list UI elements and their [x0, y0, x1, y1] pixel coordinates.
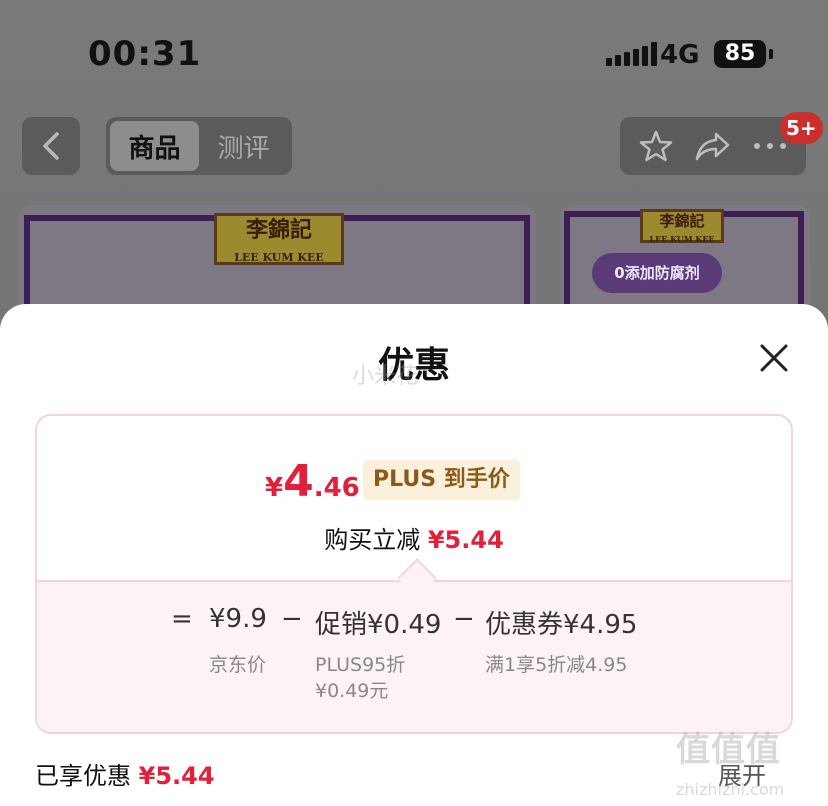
- minus-sign-2: −: [453, 604, 475, 634]
- watermark-url: zhizhizhi.com: [676, 780, 785, 799]
- toolbar-actions: [620, 117, 806, 175]
- tab-product[interactable]: 商品: [110, 121, 199, 171]
- more-icon[interactable]: [752, 141, 788, 151]
- base-price-label: 京东价: [209, 654, 267, 676]
- equals-sign: =: [171, 604, 193, 634]
- status-time: 00:31: [88, 34, 202, 74]
- watermark-center: 小米花: [352, 364, 419, 389]
- discount-sheet: 优惠 小米花 ¥4.46 PLUS 到手价 购买立减 ¥5.44 = ¥9.9 …: [0, 304, 828, 806]
- minus-sign-1: −: [281, 604, 303, 634]
- price-summary: ¥4.46 PLUS 到手价 购买立减 ¥5.44: [37, 416, 791, 582]
- brand-logo: 李錦記 LEE KUM KEE: [214, 213, 344, 265]
- back-icon: [43, 132, 59, 160]
- network-type: 4G: [660, 40, 700, 70]
- status-bar: 00:31 4G 85: [0, 34, 828, 78]
- watermark-brand: 值值值: [676, 730, 781, 770]
- product-review-tabs: 商品 测评: [106, 117, 292, 175]
- base-price: ¥9.9: [209, 604, 267, 634]
- back-button[interactable]: [22, 117, 80, 175]
- purchase-reduction: 购买立减 ¥5.44: [324, 526, 504, 554]
- tab-review[interactable]: 测评: [199, 121, 288, 171]
- notification-badge: 5+: [780, 112, 823, 144]
- battery-icon: 85: [714, 40, 773, 68]
- share-icon[interactable]: [694, 129, 732, 163]
- final-price: ¥4.46: [265, 456, 360, 507]
- price-breakdown: [37, 580, 791, 732]
- promo-amount: 促销¥0.49: [315, 610, 442, 640]
- enjoyed-discount: 已享优惠 ¥5.44: [35, 762, 215, 790]
- promo-label-line1: PLUS95折: [315, 654, 406, 676]
- promo-pill: 0添加防腐剂: [592, 253, 722, 293]
- plus-price-tag: PLUS 到手价: [363, 460, 520, 500]
- coupon-amount: 优惠券¥4.95: [485, 610, 638, 640]
- promo-label-line2: ¥0.49元: [315, 680, 389, 702]
- signal-icon: [606, 42, 657, 66]
- close-icon[interactable]: [754, 338, 794, 378]
- price-card: ¥4.46 PLUS 到手价 购买立减 ¥5.44 = ¥9.9 − 促销¥0.…: [35, 414, 793, 734]
- brand-logo-2: 李錦記 LEE KUM KEE: [640, 209, 724, 244]
- star-icon[interactable]: [638, 128, 674, 164]
- coupon-label: 满1享5折减4.95: [485, 654, 628, 676]
